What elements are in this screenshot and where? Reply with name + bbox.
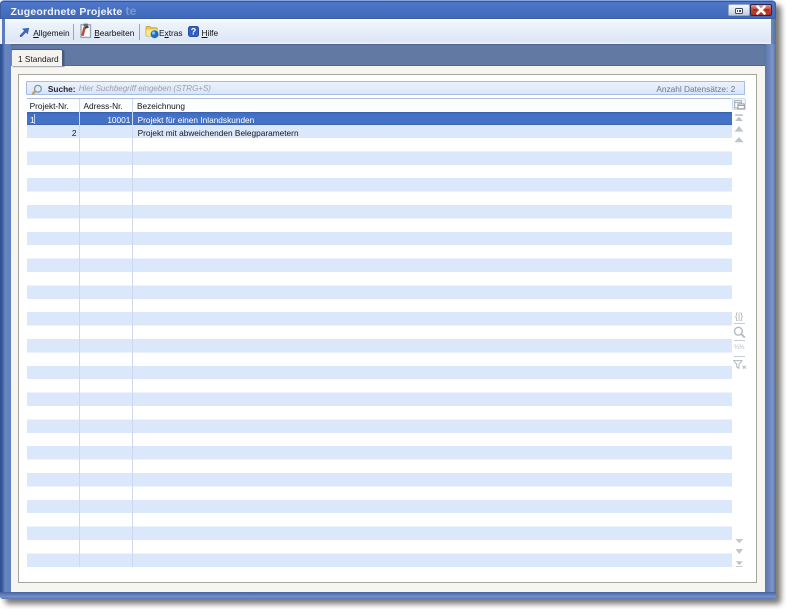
svg-text:?: ?	[190, 27, 196, 37]
